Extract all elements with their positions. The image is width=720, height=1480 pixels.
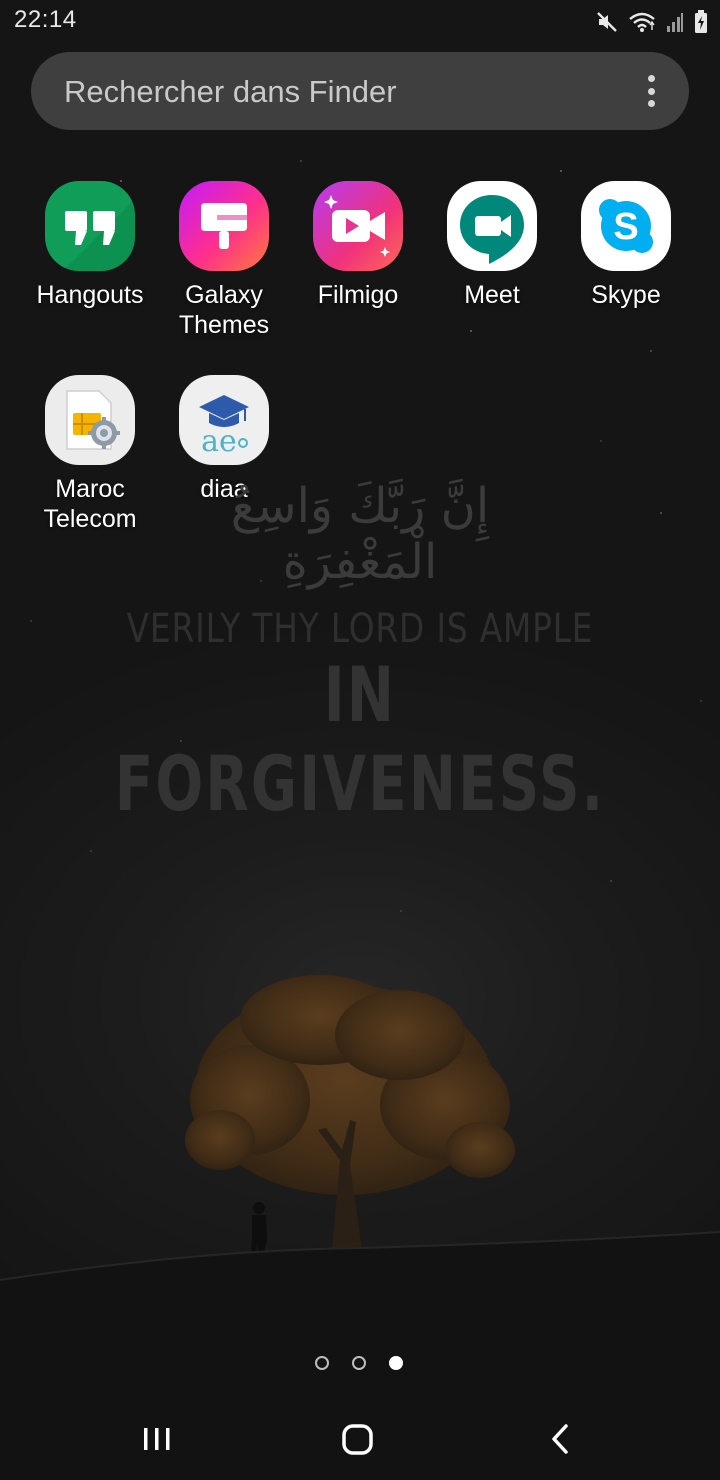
app-label: Maroc Telecom [43,475,137,533]
galaxy-themes-icon [179,181,269,271]
skype-icon: S [581,181,671,271]
wallpaper-text-line1: VERILY THY LORD IS AMPLE [126,606,594,652]
app-hangouts[interactable]: Hangouts [23,181,157,310]
page-indicator[interactable] [0,1356,720,1372]
app-label: Skype [591,281,661,309]
app-label: Filmigo [317,281,399,309]
page-dot-3-active[interactable] [389,1356,403,1370]
home-icon[interactable] [328,1418,388,1462]
app-galaxy-themes[interactable]: Galaxy Themes [157,181,291,340]
recents-icon[interactable] [127,1418,187,1462]
app-meet[interactable]: Meet [425,181,559,310]
status-time: 22:14 [14,6,77,33]
page-dot-2[interactable] [352,1356,366,1370]
mute-icon [596,11,618,33]
app-maroc-telecom[interactable]: Maroc Telecom [23,375,157,534]
app-label: Galaxy Themes [178,281,270,339]
more-vertical-icon[interactable] [639,75,663,107]
back-icon[interactable] [530,1418,590,1462]
status-bar: 22:14 [0,0,720,44]
home-screen: 22:14 Rechercher dans Finder Hangouts Ga… [0,0,720,1480]
svg-text:ae: ae [201,424,237,459]
app-skype[interactable]: S Skype [559,181,693,310]
hangouts-icon [45,181,135,271]
wifi-icon [628,11,656,33]
app-label: Meet [464,281,520,309]
svg-text:S: S [613,206,638,248]
meet-icon [447,181,537,271]
app-label: Hangouts [36,281,144,309]
wallpaper-arabic-text: إِنَّ رَبَّكَ وَاسِعُ الْمَغْفِرَةِ [230,478,490,590]
navigation-bar [0,1400,720,1480]
signal-icon [666,11,684,33]
finder-search-bar[interactable]: Rechercher dans Finder [31,52,689,130]
battery-icon [694,10,708,34]
status-icons [596,8,708,36]
sim-settings-icon [45,375,135,465]
wallpaper-text-line2: IN FORGIVENESS. [114,650,606,828]
graduation-cap-icon: ae [179,375,269,465]
filmigo-icon [313,181,403,271]
search-placeholder: Rechercher dans Finder [64,74,397,109]
page-dot-1[interactable] [315,1356,329,1370]
app-filmigo[interactable]: Filmigo [291,181,425,310]
